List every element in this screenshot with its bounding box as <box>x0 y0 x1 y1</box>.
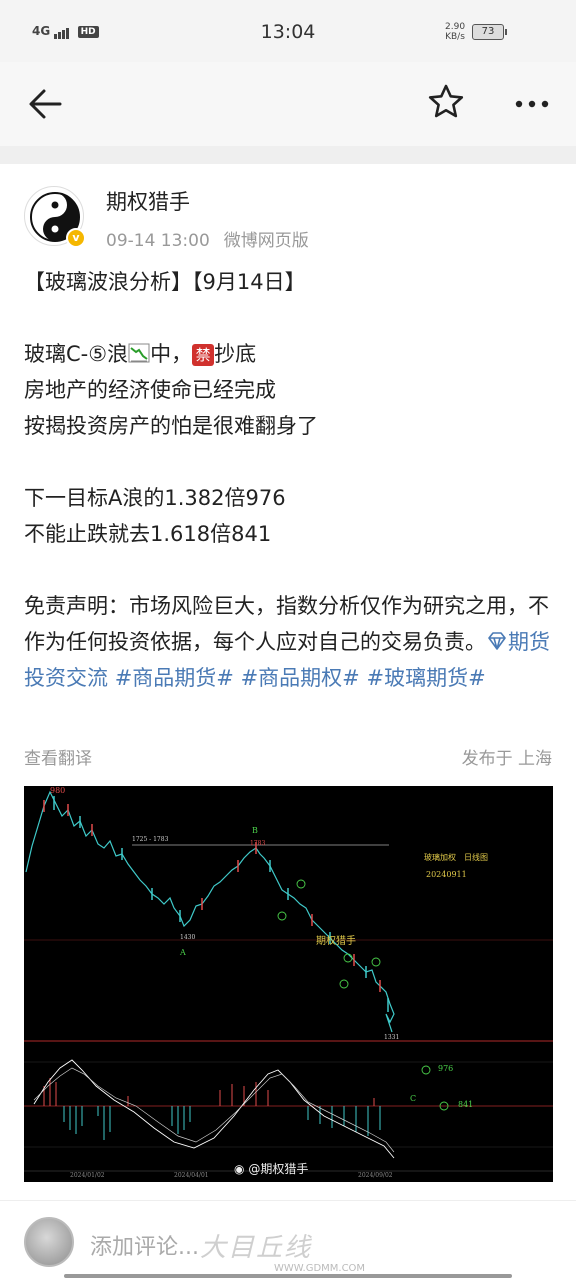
author-name[interactable]: 期权猎手 <box>106 186 190 216</box>
post-line-1-text-3: 抄底 <box>214 342 257 366</box>
chart-watermark: 期权猎手 <box>316 936 356 947</box>
chart-title: 玻璃加权 日线图 <box>424 853 488 862</box>
status-bar: 4G HD 13:04 2.90 KB/s 73 <box>0 0 576 62</box>
disclaimer-text: 免责声明：市场风险巨大，指数分析仅作为研究之用，不作为任何投资依据，每个人应对自… <box>24 594 549 654</box>
chart-peak-label: 980 <box>50 786 66 795</box>
post-line-1-text: 玻璃C-⑤浪 <box>24 342 129 366</box>
weibo-watermark-text: @期权猎手 <box>248 1162 309 1176</box>
speed-unit: KB/s <box>445 32 465 42</box>
post-line-1: 玻璃C-⑤浪 中，禁抄底 <box>24 336 554 372</box>
network-speed: 2.90 KB/s <box>445 22 465 42</box>
divider <box>0 146 576 164</box>
battery-level: 73 <box>481 26 495 37</box>
post-date: 09-14 13:00 <box>106 231 210 251</box>
chart-last-label: 1331 <box>384 1034 400 1041</box>
battery-icon: 73 <box>472 24 507 40</box>
post-body: 【玻璃波浪分析】【9月14日】 玻璃C-⑤浪 中，禁抄底 房地产的经济使命已经完成… <box>24 264 554 696</box>
post-title-line: 【玻璃波浪分析】【9月14日】 <box>24 270 306 294</box>
weibo-icon: ◉ <box>234 1162 245 1176</box>
post-line-1-text-2: 中， <box>150 342 193 366</box>
top-nav <box>0 62 576 146</box>
comment-bar: 添加评论... 大目丘线 WWW.GDMM.COM <box>0 1200 576 1280</box>
site-watermark: 大目丘线 <box>200 1233 313 1263</box>
chart-down-emoji-icon <box>128 339 150 363</box>
verified-badge-icon: v <box>66 228 86 248</box>
forbidden-emoji-icon: 禁 <box>192 344 215 366</box>
post-line-5: 不能止跌就去1.618倍841 <box>24 522 272 546</box>
wave-a-label: A <box>180 948 186 957</box>
x-tick-label: 2024/04/01 <box>174 1172 209 1179</box>
site-watermark-url: WWW.GDMM.COM <box>274 1263 366 1274</box>
post-line-4: 下一目标A浪的1.382倍976 <box>24 486 286 510</box>
star-icon[interactable] <box>426 82 466 122</box>
post-disclaimer: 免责声明：市场风险巨大，指数分析仅作为研究之用，不作为任何投资依据，每个人应对自… <box>24 588 554 696</box>
comment-input[interactable]: 添加评论... <box>90 1229 199 1261</box>
post-source: 微博网页版 <box>223 231 309 251</box>
user-avatar[interactable] <box>24 1217 74 1267</box>
chart-date: 20240911 <box>426 870 467 879</box>
hashtag-link[interactable]: #商品期货# <box>115 666 234 690</box>
chart-low-a-label: 1430 <box>180 934 196 941</box>
wave-b-label: B <box>252 826 258 835</box>
speed-value: 2.90 <box>445 22 466 32</box>
chart-range-label: 1725 - 1783 <box>132 836 169 843</box>
post-line-3: 按揭投资房产的怕是很难翻身了 <box>24 414 318 438</box>
weibo-watermark: ◉ @期权猎手 <box>234 1160 308 1177</box>
diamond-icon <box>486 627 508 650</box>
x-tick-label: 2024/01/02 <box>70 1172 105 1179</box>
hashtag-link[interactable]: #玻璃期货# <box>366 666 485 690</box>
back-arrow-icon[interactable] <box>26 84 66 124</box>
more-icon[interactable] <box>512 86 552 122</box>
translate-link[interactable]: 查看翻译 <box>24 744 92 769</box>
x-tick-label: 2024/09/02 <box>358 1172 393 1179</box>
post-line-2: 房地产的经济使命已经完成 <box>24 378 276 402</box>
chart-high-label: 1783 <box>250 840 266 847</box>
target-976-label: 976 <box>438 1064 454 1073</box>
post-image-chart[interactable]: 玻璃加权 日线图 20240911 980 1725 - 1783 1783 1… <box>24 786 553 1182</box>
home-indicator[interactable] <box>64 1274 512 1278</box>
hashtag-link[interactable]: #商品期权# <box>241 666 360 690</box>
target-841-label: 841 <box>458 1100 474 1109</box>
post-meta: 09-14 13:00 微博网页版 <box>106 226 309 251</box>
post-location: 发布于 上海 <box>461 749 552 769</box>
wave-c-label: C <box>410 1094 417 1103</box>
